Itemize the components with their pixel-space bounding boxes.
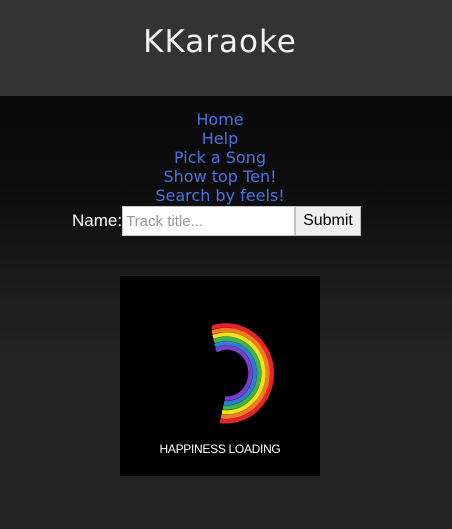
nav-link-pick-a-song[interactable]: Pick a Song xyxy=(0,148,440,167)
nav-link-help[interactable]: Help xyxy=(0,129,440,148)
nav-link-search-by-feels[interactable]: Search by feels! xyxy=(0,186,440,205)
track-title-input[interactable] xyxy=(122,206,296,236)
main-nav: Home Help Pick a Song Show top Ten! Sear… xyxy=(0,110,440,205)
site-header: KKaraoke xyxy=(0,0,452,96)
nav-link-show-top-ten[interactable]: Show top Ten! xyxy=(0,167,440,186)
site-title: KKaraoke xyxy=(143,24,297,60)
track-search-form: Name: Submit xyxy=(72,206,361,236)
nav-link-home[interactable]: Home xyxy=(0,110,440,129)
happiness-loading-text: HAPPINESS LOADING xyxy=(159,442,281,456)
happiness-loading-graphic: HAPPINESS LOADING xyxy=(120,276,320,476)
name-label: Name: xyxy=(72,211,123,230)
submit-button[interactable]: Submit xyxy=(295,206,361,236)
